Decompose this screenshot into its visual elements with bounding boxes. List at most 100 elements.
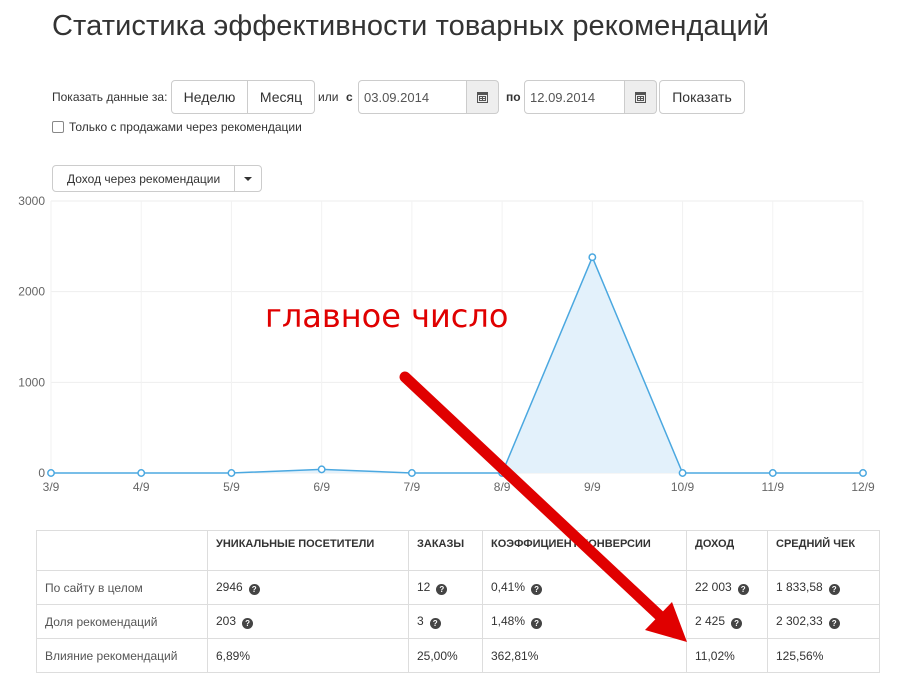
cell-value: 2 425 [695, 614, 726, 628]
help-icon[interactable]: ? [828, 618, 840, 629]
date-filter-bar: Показать данные за: Неделю Месяц или с 0… [52, 80, 912, 114]
cell-value: 22 003 [695, 580, 732, 594]
cell-value: 12 [417, 580, 431, 594]
help-icon[interactable]: ? [731, 618, 743, 629]
data-point [227, 469, 236, 477]
help-icon[interactable]: ? [248, 584, 260, 595]
from-date-input[interactable]: 03.09.2014 [358, 80, 467, 114]
row-label: Влияние рекомендаций [36, 638, 208, 673]
x-tick-label: 7/9 [404, 480, 421, 494]
caret-down-icon [244, 176, 253, 181]
x-tick-label: 10/9 [671, 480, 695, 494]
table-header: Коэффициент конверсии [482, 530, 687, 571]
table-header: Уникальные посетители [207, 530, 409, 571]
table-cell: 11,02% [686, 638, 768, 673]
to-label: по [506, 90, 521, 104]
help-icon[interactable]: ? [429, 618, 441, 629]
x-tick-label: 5/9 [223, 480, 240, 494]
cell-value: 25,00% [417, 648, 458, 663]
table-cell: 1 833,58? [767, 570, 880, 605]
metric-dropdown[interactable]: Доход через рекомендации [52, 165, 263, 192]
x-tick-label: 9/9 [584, 480, 601, 494]
data-point [678, 469, 687, 477]
only-sales-checkbox-row[interactable]: Только с продажами через рекомендации [52, 120, 302, 134]
cell-value: 203 [216, 614, 237, 628]
table-cell: 2 302,33? [767, 604, 880, 639]
series-area [51, 257, 863, 473]
only-sales-label: Только с продажами через рекомендации [69, 120, 302, 134]
only-sales-checkbox[interactable] [52, 121, 64, 133]
stats-table: Уникальные посетители Заказы Коэффициент… [36, 530, 880, 673]
to-date-input[interactable]: 12.09.2014 [524, 80, 625, 114]
table-row: Доля рекомендаций 203? 3? 1,48%? 2 425? 2 302… [36, 604, 880, 639]
calendar-icon [635, 91, 646, 103]
table-cell: 12? [408, 570, 483, 605]
from-calendar-button[interactable] [467, 80, 499, 114]
series-line [51, 255, 863, 474]
table-header: Средний чек [767, 530, 880, 571]
data-point [588, 253, 597, 262]
month-button[interactable]: Месяц [248, 80, 315, 114]
table-cell: 203? [207, 604, 409, 639]
table-cell: 3? [408, 604, 483, 639]
x-tick-label: 11/9 [762, 480, 785, 494]
cell-value: 362,81% [491, 648, 539, 663]
x-tick-label: 4/9 [133, 480, 150, 494]
x-tick-label: 3/9 [43, 480, 60, 494]
x-tick-label: 8/9 [494, 480, 511, 494]
table-cell: 0,41%? [482, 570, 687, 605]
from-label: с [346, 90, 353, 104]
help-icon[interactable]: ? [436, 584, 448, 595]
data-point [768, 469, 777, 477]
help-icon[interactable]: ? [531, 584, 543, 595]
table-cell: 1,48%? [482, 604, 687, 639]
table-cell: 125,56% [767, 638, 880, 673]
table-cell: 2 425? [686, 604, 768, 639]
show-button[interactable]: Показать [659, 80, 745, 114]
data-point [498, 469, 507, 477]
data-point [137, 469, 146, 477]
table-header: Доход [686, 530, 768, 571]
row-label: По сайту в целом [36, 570, 208, 605]
to-calendar-button[interactable] [625, 80, 657, 114]
table-header: Заказы [408, 530, 483, 571]
data-point [859, 469, 867, 477]
y-tick-label: 3000 [18, 194, 45, 208]
table-cell: 22 003? [686, 570, 768, 605]
table-cell: 362,81% [482, 638, 687, 673]
table-cell: 25,00% [408, 638, 483, 673]
week-button[interactable]: Неделю [171, 80, 248, 114]
table-header-row: Уникальные посетители Заказы Коэффициент… [36, 530, 880, 571]
help-icon[interactable]: ? [242, 618, 254, 629]
y-tick-label: 2000 [18, 285, 45, 299]
metric-dropdown-label: Доход через рекомендации [53, 166, 236, 191]
table-header [36, 530, 208, 571]
cell-value: 6,89% [216, 648, 251, 663]
cell-value: 0,41% [491, 580, 526, 594]
cell-value: 1,48% [491, 614, 526, 628]
or-label: или [318, 90, 339, 104]
y-tick-label: 1000 [18, 375, 45, 389]
cell-value: 3 [417, 614, 424, 628]
cell-value: 2 302,33 [776, 614, 823, 628]
data-point [47, 469, 55, 477]
help-icon[interactable]: ? [828, 584, 840, 595]
y-tick-label: 0 [38, 466, 45, 480]
show-data-label: Показать данные за: [52, 90, 168, 104]
calendar-icon [477, 91, 488, 103]
help-icon[interactable]: ? [531, 618, 543, 629]
cell-value: 2946 [216, 580, 243, 594]
cell-value: 1 833,58 [776, 580, 823, 594]
table-cell: 2946? [207, 570, 409, 605]
x-tick-label: 6/9 [313, 480, 330, 494]
table-row: По сайту в целом 2946? 12? 0,41%? 22 003? 1 8… [36, 570, 880, 605]
x-tick-label: 12/9 [851, 480, 875, 494]
cell-value: 11,02% [695, 648, 735, 663]
data-point [407, 469, 416, 477]
revenue-chart: 0 1000 2000 3000 3/9 4/9 5/9 6/9 7/9 8/9 9/9 10/9 11… [18, 194, 875, 494]
row-label: Доля рекомендаций [36, 604, 208, 639]
cell-value: 125,56% [776, 648, 824, 663]
table-row: Влияние рекомендаций 6,89% 25,00% 362,81% 11… [36, 638, 880, 673]
metric-dropdown-toggle[interactable] [235, 166, 261, 191]
help-icon[interactable]: ? [737, 584, 749, 595]
